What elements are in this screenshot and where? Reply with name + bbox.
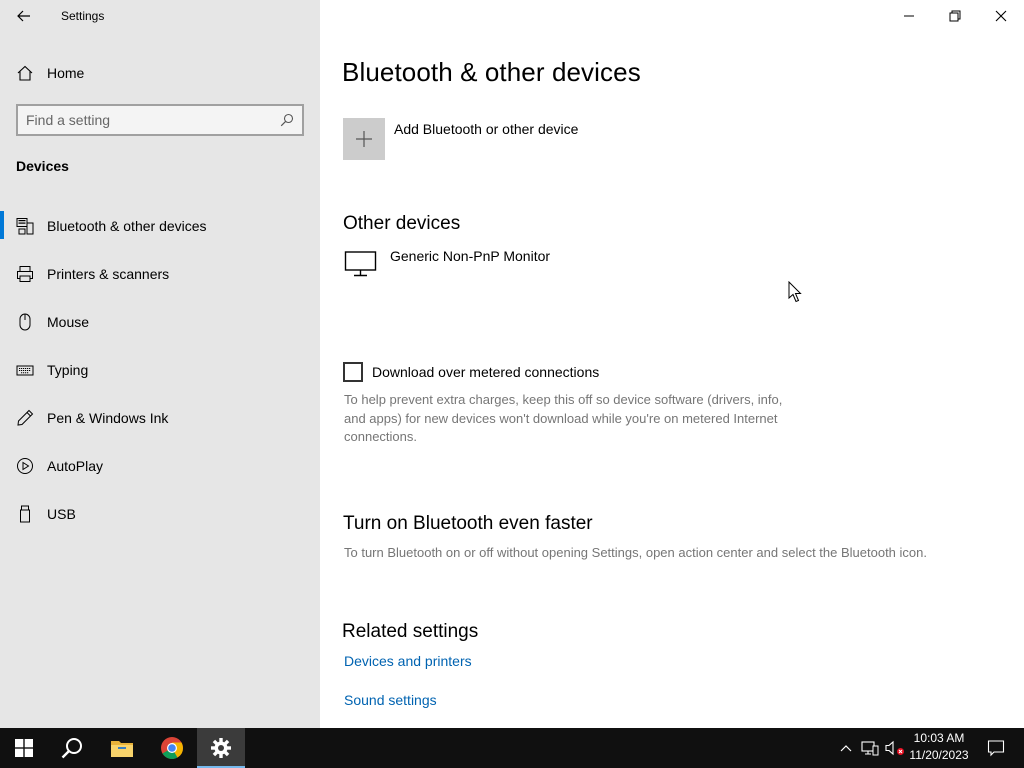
clock-time: 10:03 AM (913, 731, 965, 745)
add-device-label: Add Bluetooth or other device (394, 121, 579, 137)
sidebar-item-typing[interactable]: Typing (0, 353, 320, 401)
home-icon (17, 65, 33, 81)
plus-icon (356, 131, 372, 147)
volume-tray-button[interactable] (883, 728, 907, 768)
mouse-icon (16, 313, 34, 331)
sidebar-item-autoplay[interactable]: AutoPlay (0, 449, 320, 497)
sidebar-item-mouse[interactable]: Mouse (0, 305, 320, 353)
device-item[interactable]: Generic Non-PnP Monitor (344, 246, 744, 286)
app-title: Settings (61, 9, 105, 23)
sidebar-item-label: Pen & Windows Ink (47, 410, 169, 426)
network-tray-button[interactable] (858, 728, 882, 768)
taskbar: 10:03 AM 11/20/2023 (0, 728, 1024, 768)
sidebar: Settings Home Devices Bluetooth & other … (0, 0, 320, 728)
metered-checkbox-row[interactable]: Download over metered connections (343, 361, 743, 383)
chevron-up-icon (840, 745, 852, 752)
sidebar-item-label: Bluetooth & other devices (47, 218, 207, 234)
search-icon (61, 738, 82, 759)
sidebar-item-label: USB (47, 506, 76, 522)
notification-icon (987, 740, 1005, 757)
devices-and-printers-link[interactable]: Devices and printers (344, 653, 472, 669)
device-name: Generic Non-PnP Monitor (390, 248, 551, 264)
printer-icon (16, 265, 34, 283)
sidebar-item-pen[interactable]: Pen & Windows Ink (0, 401, 320, 449)
section-title: Devices (16, 158, 69, 174)
sidebar-item-bluetooth[interactable]: Bluetooth & other devices (0, 209, 320, 257)
autoplay-icon (16, 457, 34, 475)
related-settings-heading: Related settings (342, 621, 479, 642)
keyboard-icon (16, 361, 34, 379)
file-explorer-icon (111, 741, 133, 757)
faster-description: To turn Bluetooth on or off without open… (344, 545, 927, 560)
sidebar-item-label: AutoPlay (47, 458, 104, 474)
sidebar-item-usb[interactable]: USB (0, 497, 320, 545)
metered-help-text: To help prevent extra charges, keep this… (344, 392, 783, 444)
search-icon (280, 113, 294, 127)
taskbar-search-button[interactable] (48, 728, 96, 768)
metered-label: Download over metered connections (372, 364, 600, 380)
home-label: Home (47, 65, 85, 81)
sidebar-item-label: Mouse (47, 314, 90, 330)
settings-taskbar-button[interactable] (197, 728, 245, 768)
back-button[interactable] (12, 6, 36, 26)
page-title: Bluetooth & other devices (342, 57, 641, 87)
sidebar-item-label: Typing (47, 362, 89, 378)
mouse-cursor-icon (788, 281, 802, 303)
chrome-icon (161, 737, 183, 759)
add-device-button[interactable]: Add Bluetooth or other device (343, 118, 578, 160)
volume-muted-icon (885, 740, 904, 756)
search-input[interactable] (26, 111, 276, 129)
sidebar-nav: Bluetooth & other devices Printers & sca… (0, 209, 320, 545)
main-content: Bluetooth & other devices Add Bluetooth … (320, 0, 1024, 728)
monitor-icon (344, 251, 377, 277)
start-icon (15, 739, 33, 757)
settings-icon (211, 738, 231, 758)
add-tile (343, 118, 385, 160)
other-devices-heading: Other devices (343, 213, 461, 234)
network-icon (861, 741, 879, 756)
action-center-button[interactable] (976, 728, 1016, 768)
sidebar-item-printers[interactable]: Printers & scanners (0, 257, 320, 305)
bluetooth-devices-icon (16, 217, 34, 235)
usb-icon (16, 505, 34, 523)
faster-heading: Turn on Bluetooth even faster (343, 513, 593, 534)
pen-icon (16, 409, 34, 427)
file-explorer-button[interactable] (98, 728, 146, 768)
sound-settings-link[interactable]: Sound settings (344, 692, 437, 708)
taskbar-clock[interactable]: 10:03 AM 11/20/2023 (906, 730, 972, 766)
start-button[interactable] (0, 728, 48, 768)
sidebar-item-label: Printers & scanners (47, 266, 170, 282)
metered-checkbox[interactable] (343, 362, 363, 382)
search-box[interactable] (16, 104, 304, 136)
show-hidden-icons-button[interactable] (834, 728, 858, 768)
chrome-button[interactable] (148, 728, 196, 768)
back-arrow-icon (17, 10, 30, 22)
sidebar-item-home[interactable]: Home (0, 57, 320, 89)
clock-date: 11/20/2023 (909, 748, 969, 762)
